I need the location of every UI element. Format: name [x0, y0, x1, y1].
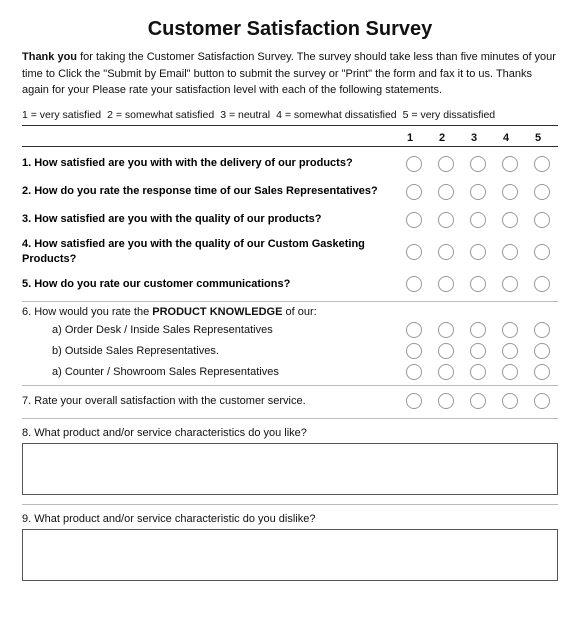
radio-7-1[interactable]: [406, 393, 422, 409]
question-9-label: 9. What product and/or service character…: [22, 513, 558, 525]
radio-1-4[interactable]: [502, 156, 518, 172]
question-6a-text: a) Order Desk / Inside Sales Representat…: [52, 324, 398, 336]
radio-7-4[interactable]: [502, 393, 518, 409]
radio-4-5[interactable]: [534, 244, 550, 260]
intro-text: Thank you for taking the Customer Satisf…: [22, 49, 558, 99]
scale-2: 2 = somewhat satisfied: [107, 109, 214, 121]
question-9-container: 9. What product and/or service character…: [22, 513, 558, 584]
radio-6a-5[interactable]: [534, 322, 550, 338]
divider-mid: [22, 146, 558, 147]
radio-6b-3[interactable]: [470, 343, 486, 359]
radio-4-1[interactable]: [406, 244, 422, 260]
radio-group-6a: [398, 322, 558, 338]
question-row-1: 1. How satisfied are you with with the d…: [22, 153, 558, 175]
radio-group-5: [398, 276, 558, 292]
radio-6a-4[interactable]: [502, 322, 518, 338]
radio-6c-5[interactable]: [534, 364, 550, 380]
question-9-textarea[interactable]: [22, 529, 558, 581]
radio-2-4[interactable]: [502, 184, 518, 200]
divider-top: [22, 125, 558, 126]
radio-group-6b: [398, 343, 558, 359]
radio-5-3[interactable]: [470, 276, 486, 292]
question-row-7: 7. Rate your overall satisfaction with t…: [22, 390, 558, 412]
radio-6b-2[interactable]: [438, 343, 454, 359]
radio-6b-1[interactable]: [406, 343, 422, 359]
radio-6b-4[interactable]: [502, 343, 518, 359]
scale-5: 5 = very dissatisfied: [403, 109, 496, 121]
radio-5-1[interactable]: [406, 276, 422, 292]
radio-2-2[interactable]: [438, 184, 454, 200]
radio-1-3[interactable]: [470, 156, 486, 172]
rating-header: 1 2 3 4 5: [22, 132, 558, 144]
radio-group-4: [398, 244, 558, 260]
radio-3-1[interactable]: [406, 212, 422, 228]
scale-4: 4 = somewhat dissatisfied: [276, 109, 397, 121]
radio-6c-3[interactable]: [470, 364, 486, 380]
radio-3-4[interactable]: [502, 212, 518, 228]
question-6c-text: a) Counter / Showroom Sales Representati…: [52, 366, 398, 378]
radio-6a-3[interactable]: [470, 322, 486, 338]
rating-columns: 1 2 3 4 5: [394, 132, 554, 144]
divider-q5: [22, 301, 558, 302]
radio-group-1: [398, 156, 558, 172]
radio-6b-5[interactable]: [534, 343, 550, 359]
question-6a-row: a) Order Desk / Inside Sales Representat…: [22, 322, 558, 338]
radio-3-5[interactable]: [534, 212, 550, 228]
question-row-5: 5. How do you rate our customer communic…: [22, 273, 558, 295]
question-6b-row: b) Outside Sales Representatives.: [22, 343, 558, 359]
question-8-container: 8. What product and/or service character…: [22, 427, 558, 498]
question-5-text: 5. How do you rate our customer communic…: [22, 277, 398, 292]
question-row-3: 3. How satisfied are you with the qualit…: [22, 209, 558, 231]
scale-legend: 1 = very satisfied 2 = somewhat satisfie…: [22, 109, 558, 121]
page-title: Customer Satisfaction Survey: [22, 18, 558, 41]
radio-3-3[interactable]: [470, 212, 486, 228]
question-6-header: 6. How would you rate the PRODUCT KNOWLE…: [22, 306, 558, 318]
radio-2-5[interactable]: [534, 184, 550, 200]
radio-5-2[interactable]: [438, 276, 454, 292]
radio-2-3[interactable]: [470, 184, 486, 200]
radio-5-5[interactable]: [534, 276, 550, 292]
question-4-text: 4. How satisfied are you with the qualit…: [22, 237, 398, 268]
radio-7-5[interactable]: [534, 393, 550, 409]
divider-q7: [22, 418, 558, 419]
question-3-text: 3. How satisfied are you with the qualit…: [22, 212, 398, 227]
radio-1-5[interactable]: [534, 156, 550, 172]
question-8-textarea[interactable]: [22, 443, 558, 495]
question-6b-text: b) Outside Sales Representatives.: [52, 345, 398, 357]
radio-7-3[interactable]: [470, 393, 486, 409]
radio-6c-1[interactable]: [406, 364, 422, 380]
intro-bold: Thank you: [22, 51, 77, 63]
question-2-text: 2. How do you rate the response time of …: [22, 184, 398, 199]
question-row-2: 2. How do you rate the response time of …: [22, 181, 558, 203]
radio-1-2[interactable]: [438, 156, 454, 172]
radio-1-1[interactable]: [406, 156, 422, 172]
radio-3-2[interactable]: [438, 212, 454, 228]
radio-group-6c: [398, 364, 558, 380]
radio-group-7: [398, 393, 558, 409]
divider-q6: [22, 385, 558, 386]
question-7-text: 7. Rate your overall satisfaction with t…: [22, 394, 398, 409]
question-row-4: 4. How satisfied are you with the qualit…: [22, 237, 558, 268]
scale-1: 1 = very satisfied: [22, 109, 101, 121]
radio-4-4[interactable]: [502, 244, 518, 260]
scale-3: 3 = neutral: [220, 109, 270, 121]
radio-6a-2[interactable]: [438, 322, 454, 338]
radio-6a-1[interactable]: [406, 322, 422, 338]
divider-q8: [22, 504, 558, 505]
question-8-label: 8. What product and/or service character…: [22, 427, 558, 439]
radio-group-3: [398, 212, 558, 228]
radio-4-3[interactable]: [470, 244, 486, 260]
radio-7-2[interactable]: [438, 393, 454, 409]
radio-5-4[interactable]: [502, 276, 518, 292]
radio-6c-4[interactable]: [502, 364, 518, 380]
question-1-text: 1. How satisfied are you with with the d…: [22, 156, 398, 171]
question-6c-row: a) Counter / Showroom Sales Representati…: [22, 364, 558, 380]
radio-6c-2[interactable]: [438, 364, 454, 380]
radio-group-2: [398, 184, 558, 200]
radio-4-2[interactable]: [438, 244, 454, 260]
radio-2-1[interactable]: [406, 184, 422, 200]
